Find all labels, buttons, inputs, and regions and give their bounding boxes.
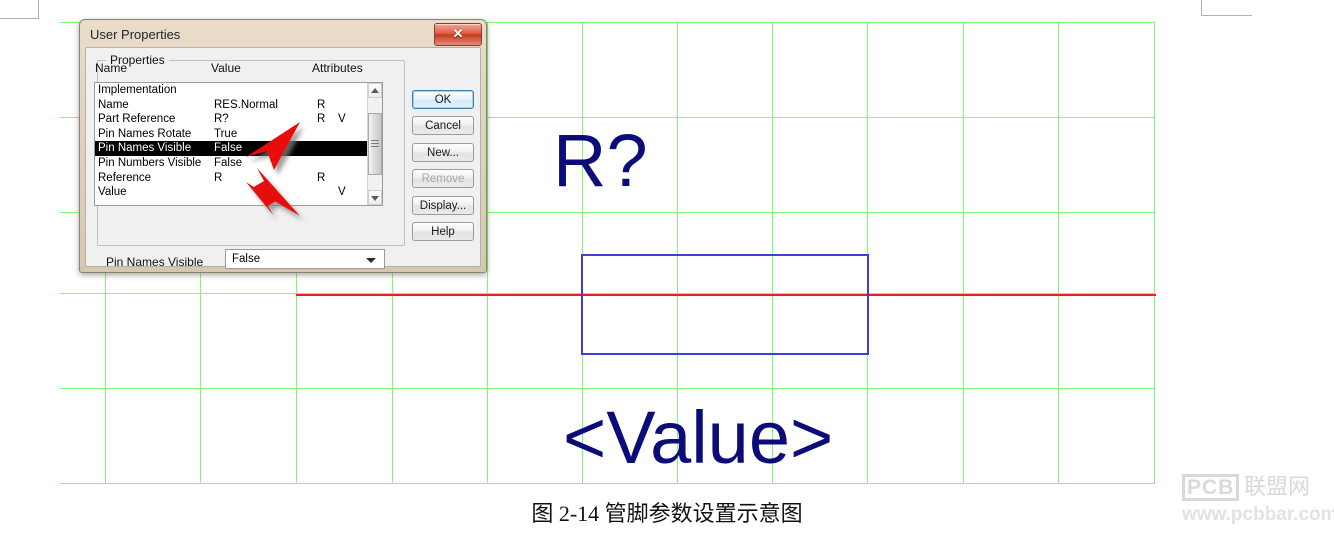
properties-list[interactable]: Implementation Name RES.Normal R Part Refere…: [94, 82, 383, 206]
table-row[interactable]: Part Reference R? R V: [95, 112, 382, 127]
figure-caption: 图 2-14 管脚参数设置示意图: [531, 501, 803, 526]
cell-name: Reference: [98, 171, 152, 184]
selected-property-label: Pin Names Visible: [106, 255, 204, 269]
scrollbar-thumb[interactable]: [368, 113, 382, 175]
table-row[interactable]: Value V: [95, 185, 382, 200]
grid-line-vertical: [1058, 22, 1059, 483]
column-header-attributes: Attributes: [312, 61, 363, 75]
scroll-up-button[interactable]: [368, 83, 382, 98]
cell-value: False: [214, 156, 243, 169]
watermark: PCB 联盟网 www.pcbbar.com: [1182, 474, 1334, 528]
properties-list-rows[interactable]: Implementation Name RES.Normal R Part Refere…: [95, 83, 382, 200]
cell-value: R?: [214, 113, 229, 126]
table-row[interactable]: Pin Numbers Visible False: [95, 156, 382, 171]
table-row[interactable]: Implementation: [95, 83, 382, 98]
new-button[interactable]: New...: [412, 143, 474, 162]
watermark-logo: PCB: [1182, 474, 1240, 501]
scroll-down-button[interactable]: [368, 190, 382, 205]
cell-name: Part Reference: [98, 113, 176, 126]
page-crop-mark-top-left: [0, 0, 39, 19]
watermark-site-name: 联盟网: [1244, 475, 1311, 500]
table-row[interactable]: Reference R R: [95, 171, 382, 186]
grid-line-vertical: [487, 22, 488, 483]
cell-value: RES.Normal: [214, 98, 278, 111]
page-crop-mark-top-right: [1201, 0, 1252, 16]
cell-value: False: [214, 142, 243, 155]
close-button[interactable]: ✕: [434, 23, 482, 46]
watermark-url: www.pcbbar.com: [1182, 504, 1334, 525]
ok-button[interactable]: OK: [412, 90, 474, 109]
scrollbar-grip-icon: [371, 140, 379, 148]
properties-list-scrollbar[interactable]: [367, 83, 382, 205]
chevron-down-icon: [366, 258, 376, 263]
cell-attr2: V: [338, 186, 346, 199]
close-icon: ✕: [452, 26, 464, 41]
chevron-up-icon: [371, 87, 379, 93]
cell-attr: R: [317, 98, 326, 111]
user-properties-dialog[interactable]: User Properties ✕ Properties Name Value …: [79, 19, 487, 273]
cell-value: True: [214, 127, 238, 140]
cell-name: Value: [98, 186, 127, 199]
resistor-symbol-outline[interactable]: [581, 254, 869, 355]
remove-button: Remove: [412, 169, 474, 188]
dialog-title-text: User Properties: [90, 27, 181, 42]
dialog-titlebar[interactable]: User Properties ✕: [80, 20, 486, 48]
cell-name: Pin Names Rotate: [98, 127, 192, 140]
dialog-client-area: Properties Name Value Attributes Impleme…: [85, 47, 481, 269]
table-row[interactable]: Pin Names Rotate True: [95, 127, 382, 142]
value-placeholder-text[interactable]: <Value>: [563, 395, 833, 480]
grid-line-vertical: [867, 22, 868, 483]
reference-designator-text[interactable]: R?: [553, 118, 648, 203]
table-row[interactable]: Name RES.Normal R: [95, 98, 382, 113]
selected-property-dropdown[interactable]: False: [225, 249, 385, 269]
help-button[interactable]: Help: [412, 222, 474, 241]
selected-property-value: False: [232, 253, 261, 265]
cell-attr: R: [317, 171, 326, 184]
column-header-value: Value: [211, 61, 241, 75]
grid-line-horizontal: [60, 388, 1155, 389]
table-row[interactable]: Pin Names Visible False: [95, 141, 382, 156]
chevron-down-icon: [371, 195, 379, 201]
display-button[interactable]: Display...: [412, 196, 474, 215]
grid-line-vertical: [1154, 22, 1155, 483]
grid-line-vertical: [963, 22, 964, 483]
cell-name: Pin Numbers Visible: [98, 156, 202, 169]
cell-attr: R: [317, 113, 326, 126]
cell-value: R: [214, 171, 223, 184]
cell-attr2: V: [338, 113, 346, 126]
grid-line-horizontal: [60, 483, 1155, 484]
cancel-button[interactable]: Cancel: [412, 116, 474, 135]
cell-name: Name: [98, 98, 129, 111]
column-header-name: Name: [95, 61, 128, 75]
cell-name: Pin Names Visible: [98, 142, 192, 155]
cell-name: Implementation: [98, 84, 177, 96]
